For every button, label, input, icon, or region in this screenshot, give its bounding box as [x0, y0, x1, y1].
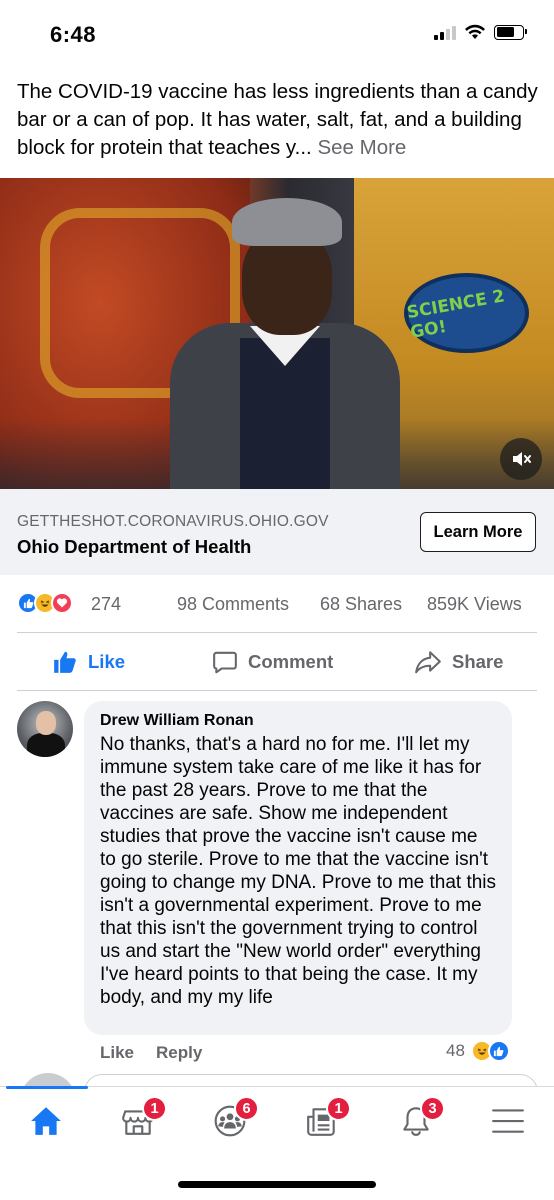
- cellular-signal-icon: [434, 24, 456, 40]
- like-label: Like: [88, 651, 126, 672]
- notifications-badge: 3: [420, 1096, 445, 1121]
- video-sign: SCIENCE 2 GO!: [404, 273, 529, 353]
- comment-actions: Like Reply: [100, 1043, 202, 1063]
- tab-marketplace[interactable]: 1: [108, 1096, 168, 1142]
- tab-menu[interactable]: [478, 1100, 538, 1142]
- volume-muted-icon[interactable]: [500, 438, 542, 480]
- tab-home[interactable]: [16, 1100, 76, 1142]
- post-video[interactable]: SCIENCE 2 GO!: [0, 178, 554, 489]
- comment-button[interactable]: Comment: [212, 645, 333, 679]
- share-icon: [415, 651, 441, 674]
- groups-badge: 6: [234, 1096, 259, 1121]
- comment-author[interactable]: Drew William Ronan: [100, 712, 496, 730]
- like-button[interactable]: Like: [52, 645, 125, 679]
- reaction-count[interactable]: 274: [91, 594, 121, 615]
- comment-bubble: Drew William Ronan No thanks, that's a h…: [84, 701, 512, 1035]
- shares-count[interactable]: 68 Shares: [320, 594, 402, 615]
- tab-notifications[interactable]: 3: [386, 1096, 446, 1142]
- comments-count[interactable]: 98 Comments: [177, 594, 289, 615]
- post-body: The COVID-19 vaccine has less ingredient…: [17, 80, 538, 159]
- post-stats: 274 98 Comments 68 Shares 859K Views: [0, 590, 554, 622]
- reactions-summary[interactable]: [17, 592, 73, 614]
- link-domain: GETTHESHOT.CORONAVIRUS.OHIO.GOV: [17, 513, 329, 530]
- actions-divider: [17, 690, 537, 691]
- stats-divider: [17, 632, 537, 633]
- see-more-link[interactable]: See More: [317, 136, 406, 159]
- marketplace-badge: 1: [142, 1096, 167, 1121]
- link-title: Ohio Department of Health: [17, 536, 252, 557]
- comment-text: No thanks, that's a hard no for me. I'll…: [100, 734, 497, 1008]
- comment-reaction-count: 48: [446, 1041, 465, 1060]
- post-text: The COVID-19 vaccine has less ingredient…: [17, 78, 542, 162]
- tab-news[interactable]: 1: [292, 1096, 352, 1142]
- share-button[interactable]: Share: [414, 645, 503, 679]
- comment-like-button[interactable]: Like: [100, 1043, 134, 1063]
- comment-reply-button[interactable]: Reply: [156, 1043, 202, 1063]
- comment-icon: [213, 651, 237, 674]
- like-reaction-icon: [487, 1040, 510, 1062]
- views-count: 859K Views: [427, 594, 522, 614]
- comment-label: Comment: [248, 651, 334, 672]
- active-tab-indicator: [6, 1086, 88, 1089]
- share-label: Share: [452, 651, 504, 672]
- thumbs-up-icon: [54, 651, 76, 673]
- news-badge: 1: [326, 1096, 351, 1121]
- avatar[interactable]: [17, 701, 73, 757]
- love-reaction-icon: [51, 592, 73, 614]
- comment-reactions[interactable]: 48: [446, 1040, 510, 1062]
- menu-icon: [492, 1109, 524, 1133]
- video-presenter: [150, 198, 420, 489]
- tab-groups[interactable]: 6: [200, 1096, 260, 1142]
- learn-more-button[interactable]: Learn More: [420, 512, 536, 552]
- battery-icon: [494, 24, 527, 40]
- video-sign-text: SCIENCE 2 GO!: [405, 286, 507, 343]
- home-indicator: [178, 1181, 376, 1188]
- status-bar: 6:48: [0, 0, 554, 68]
- home-icon: [31, 1107, 61, 1135]
- status-time: 6:48: [50, 22, 97, 47]
- wifi-icon: [465, 24, 485, 39]
- status-icons: [434, 24, 527, 40]
